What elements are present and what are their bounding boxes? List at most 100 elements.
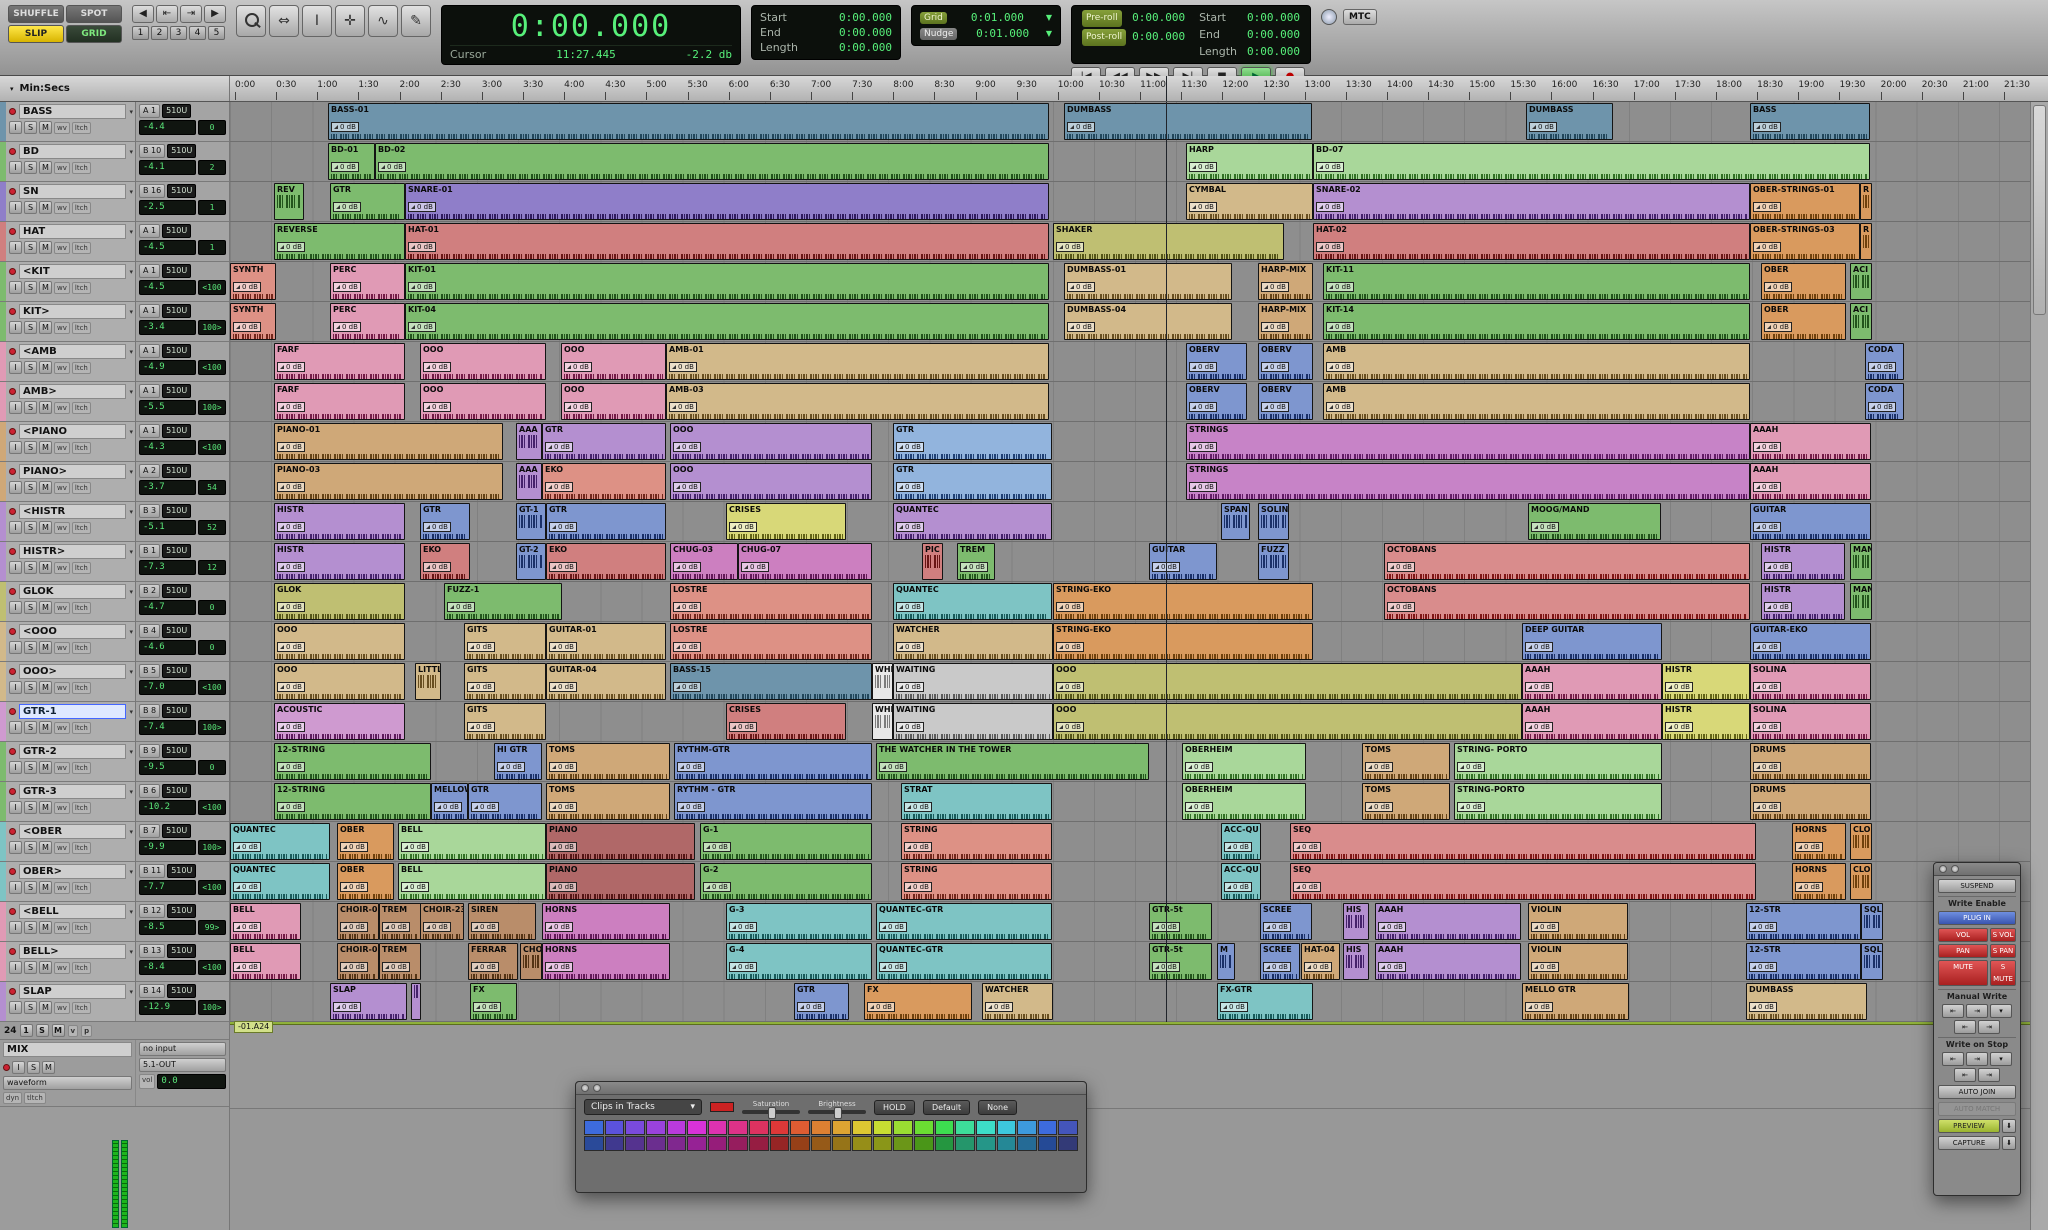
zoom-preset-3[interactable]: 3 — [170, 26, 187, 40]
output-assignment[interactable]: B 1 — [139, 544, 160, 558]
record-arm-button[interactable] — [9, 828, 16, 835]
clip-gain-badge[interactable]: 0 dB — [960, 562, 988, 572]
audio-clip[interactable]: STRING-PORTO0 dB — [1454, 783, 1662, 820]
color-swatch[interactable] — [955, 1120, 975, 1135]
clip-gain-badge[interactable]: 0 dB — [467, 642, 495, 652]
audio-clip[interactable]: STRING-EKO0 dB — [1053, 623, 1313, 660]
audio-clip[interactable]: FUZZ-10 dB — [444, 583, 562, 620]
audio-clip[interactable]: G-20 dB — [700, 863, 872, 900]
track-name[interactable]: GTR-3 — [19, 784, 126, 799]
insert-assignment[interactable]: 510U — [162, 424, 191, 438]
insert-assignment[interactable]: 510U — [162, 384, 191, 398]
track-options-caret[interactable]: ▾ — [129, 908, 133, 916]
insert-assignment[interactable]: 510U — [162, 464, 191, 478]
clip-gain-badge[interactable]: 0 dB — [1326, 362, 1354, 372]
track-lane[interactable]: PIANO-010 dBAAAGTR0 dBOOO0 dBGTR0 dBSTRI… — [230, 422, 2030, 462]
audio-clip[interactable]: EKO0 dB — [542, 463, 666, 500]
solo-button[interactable]: S — [24, 401, 37, 414]
solo-button[interactable]: S — [24, 561, 37, 574]
mute-button[interactable]: M — [39, 1001, 52, 1014]
audio-clip[interactable]: HORNS0 dB — [542, 903, 670, 940]
insert-assignment[interactable]: 510U — [167, 984, 196, 998]
color-swatch[interactable] — [770, 1120, 790, 1135]
mute-button[interactable]: M — [39, 321, 52, 334]
audio-clip[interactable]: FARF0 dB — [274, 383, 405, 420]
clip-gain-badge[interactable]: 0 dB — [545, 482, 573, 492]
audio-clip[interactable]: WHI — [872, 663, 893, 700]
clip-gain-badge[interactable]: 0 dB — [382, 922, 410, 932]
clip-gain-badge[interactable]: 0 dB — [408, 322, 436, 332]
track-lane[interactable]: QUANTEC0 dBOBER0 dBBELL0 dBPIANO0 dBG-20… — [230, 862, 2030, 902]
audio-clip[interactable]: EKO0 dB — [546, 543, 666, 580]
track-options-caret[interactable]: ▾ — [129, 548, 133, 556]
audio-clip[interactable]: LITTL — [415, 663, 441, 700]
track-name[interactable]: <OBER — [19, 824, 126, 839]
insert-assignment[interactable]: 510U — [162, 784, 191, 798]
clip-gain-badge[interactable]: 0 dB — [879, 922, 907, 932]
brightness-slider[interactable] — [808, 1110, 866, 1114]
color-swatch[interactable] — [646, 1136, 666, 1151]
clip-gain-badge[interactable]: 0 dB — [1056, 642, 1084, 652]
clip-gain-badge[interactable]: 0 dB — [434, 802, 462, 812]
track-view-button[interactable]: wv — [54, 522, 70, 534]
solo-button[interactable]: S — [24, 601, 37, 614]
pan-display[interactable]: <100 — [198, 280, 226, 295]
audio-clip[interactable]: RYTHM-GTR0 dB — [674, 743, 872, 780]
window-close-icon[interactable] — [1939, 865, 1947, 873]
mix-record-icon[interactable] — [3, 1064, 10, 1071]
track-options-caret[interactable]: ▾ — [129, 508, 133, 516]
clip-gain-badge[interactable]: 0 dB — [471, 802, 499, 812]
audio-clip[interactable]: CRISES0 dB — [726, 703, 846, 740]
audio-clip[interactable]: STRING- PORTO0 dB — [1454, 743, 1662, 780]
zoom-preset-5[interactable]: 5 — [208, 26, 225, 40]
track-options-caret[interactable]: ▾ — [129, 708, 133, 716]
color-swatch[interactable] — [852, 1120, 872, 1135]
audio-clip[interactable]: GT-2 — [516, 543, 546, 580]
clip-gain-badge[interactable]: 0 dB — [985, 1002, 1013, 1012]
solo-button[interactable]: S — [24, 1001, 37, 1014]
pan-display[interactable]: <100 — [198, 440, 226, 455]
audio-clip[interactable]: REV — [274, 183, 304, 220]
clip-gain-badge[interactable]: 0 dB — [277, 762, 305, 772]
audio-clip[interactable]: CHOIR-00 dB — [337, 943, 379, 980]
track-name[interactable]: HISTR> — [19, 544, 126, 559]
audio-clip[interactable]: OBERV0 dB — [1258, 343, 1313, 380]
audio-clip[interactable]: 12-STRING0 dB — [274, 783, 431, 820]
clip-gain-badge[interactable]: 0 dB — [1665, 682, 1693, 692]
track-24-button-1[interactable]: 1 — [20, 1024, 33, 1037]
input-monitor-button[interactable]: I — [9, 961, 22, 974]
grid-value[interactable]: 0:01.000 — [971, 11, 1024, 24]
track-lane[interactable]: SYNTH0 dBPERC0 dBKIT-010 dBDUMBASS-010 d… — [230, 262, 2030, 302]
audio-clip[interactable]: STRING-EKO0 dB — [1053, 583, 1313, 620]
ruler-unit-caret-icon[interactable]: ▾ — [10, 85, 14, 93]
clip-gain-badge[interactable]: 0 dB — [549, 882, 577, 892]
clip-gain-badge[interactable]: 0 dB — [408, 202, 436, 212]
color-swatch[interactable] — [687, 1120, 707, 1135]
insert-assignment[interactable]: 510U — [167, 144, 196, 158]
solo-button[interactable]: S — [24, 681, 37, 694]
record-arm-button[interactable] — [9, 468, 16, 475]
s-pan-button[interactable]: S PAN — [1990, 944, 2016, 958]
pan-display[interactable]: 100> — [198, 400, 226, 415]
audio-clip[interactable]: GTR0 dB — [893, 423, 1052, 460]
ruler-ticks[interactable]: 0:000:301:001:302:002:303:003:304:004:30… — [230, 76, 2048, 101]
color-swatch[interactable] — [790, 1120, 810, 1135]
audio-clip[interactable]: OBER0 dB — [337, 823, 394, 860]
track-options-caret[interactable]: ▾ — [129, 428, 133, 436]
color-swatch[interactable] — [914, 1136, 934, 1151]
audio-clip[interactable]: OBER0 dB — [1761, 263, 1846, 300]
pan-display[interactable]: 0 — [198, 760, 226, 775]
write-on-stop-arrow-button[interactable]: ⇤ — [1942, 1052, 1964, 1066]
audio-clip[interactable]: PIC — [922, 543, 943, 580]
audio-clip[interactable]: OBERHEIM0 dB — [1182, 743, 1306, 780]
clip-gain-badge[interactable]: 0 dB — [673, 442, 701, 452]
output-assignment[interactable]: B 14 — [139, 984, 165, 998]
audio-clip[interactable]: CHO — [520, 943, 542, 980]
track-lane[interactable]: QUANTEC0 dBOBER0 dBBELL0 dBPIANO0 dBG-10… — [230, 822, 2030, 862]
audio-clip[interactable]: HISTR0 dB — [1662, 663, 1750, 700]
audio-clip[interactable]: R — [1860, 223, 1872, 260]
volume-display[interactable]: -4.5 — [139, 280, 196, 295]
insert-assignment[interactable]: 510U — [167, 184, 196, 198]
audio-clip[interactable]: R — [1860, 183, 1872, 220]
clip-gain-badge[interactable]: 0 dB — [423, 522, 451, 532]
